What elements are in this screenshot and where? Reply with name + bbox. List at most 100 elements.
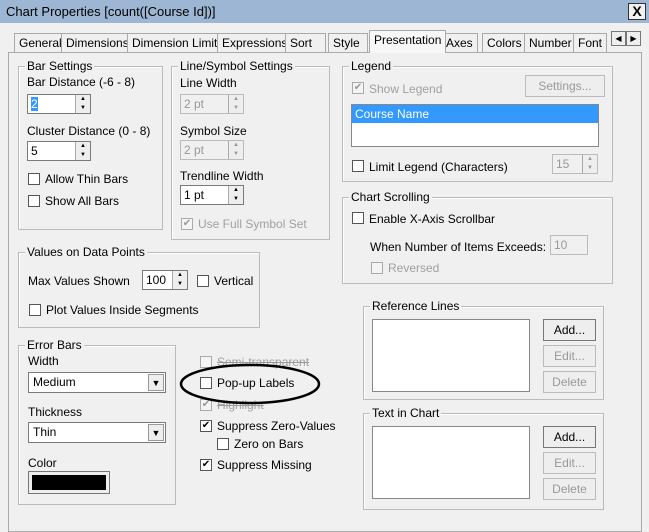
group-label: Line/Symbol Settings bbox=[178, 59, 295, 73]
max-values-spinner[interactable]: 100 ▲ ▼ bbox=[142, 270, 188, 290]
enable-scrollbar-checkbox[interactable] bbox=[352, 212, 364, 224]
symbol-size-spinner[interactable]: 2 pt ▲ ▼ bbox=[180, 140, 244, 160]
tab-sort[interactable]: Sort bbox=[285, 33, 326, 52]
items-exceed-input[interactable]: 10 bbox=[550, 235, 588, 255]
tab-dimension-limits[interactable]: Dimension Limits bbox=[127, 33, 229, 52]
value: 5 bbox=[31, 144, 38, 158]
allow-thin-bars-checkbox[interactable] bbox=[28, 173, 40, 185]
cluster-distance-label: Cluster Distance (0 - 8) bbox=[27, 124, 151, 138]
chevron-down-icon[interactable]: ▼ bbox=[148, 374, 164, 391]
value: 15 bbox=[556, 157, 570, 171]
full-symbol-checkbox[interactable]: ✔ bbox=[181, 218, 193, 230]
legend-settings-button[interactable]: Settings... bbox=[525, 75, 605, 97]
window-title: Chart Properties [count([Course Id])] bbox=[6, 4, 216, 19]
reference-edit-button[interactable]: Edit... bbox=[543, 345, 596, 367]
show-legend-checkbox[interactable]: ✔ bbox=[352, 82, 364, 94]
line-width-label: Line Width bbox=[180, 76, 237, 90]
thickness-select[interactable]: Thin ▼ bbox=[28, 422, 166, 443]
suppress-zero-checkbox[interactable]: ✔ bbox=[200, 420, 212, 432]
show-all-bars-label: Show All Bars bbox=[45, 194, 120, 208]
max-values-label: Max Values Shown bbox=[28, 274, 130, 288]
group-label: Reference Lines bbox=[370, 299, 462, 313]
reference-lines-list[interactable] bbox=[372, 319, 530, 392]
tab-font[interactable]: Font bbox=[573, 33, 607, 52]
group-label: Values on Data Points bbox=[25, 245, 147, 259]
group-label: Legend bbox=[349, 59, 394, 73]
value: Thin bbox=[33, 425, 57, 439]
suppress-missing-checkbox[interactable]: ✔ bbox=[200, 459, 212, 471]
text-in-chart-list[interactable] bbox=[372, 426, 530, 499]
bar-distance-spinner[interactable]: 2 ▲ ▼ bbox=[27, 94, 91, 114]
chevron-down-icon[interactable]: ▼ bbox=[148, 424, 164, 441]
suppress-missing-label: Suppress Missing bbox=[217, 458, 312, 472]
text-delete-button[interactable]: Delete bbox=[543, 478, 596, 500]
zero-on-bars-label: Zero on Bars bbox=[234, 437, 304, 451]
legend-list-item[interactable]: Course Name bbox=[352, 105, 598, 123]
text-edit-button[interactable]: Edit... bbox=[543, 452, 596, 474]
value: 2 pt bbox=[184, 97, 205, 111]
symbol-size-label: Symbol Size bbox=[180, 124, 247, 138]
tab-colors[interactable]: Colors bbox=[482, 33, 527, 52]
reversed-label: Reversed bbox=[388, 261, 440, 275]
trendline-width-label: Trendline Width bbox=[180, 169, 264, 183]
spin-arrows-icon[interactable]: ▲ ▼ bbox=[228, 141, 243, 159]
limit-legend-checkbox[interactable] bbox=[352, 160, 364, 172]
trendline-width-spinner[interactable]: 1 pt ▲ ▼ bbox=[180, 185, 244, 205]
highlight-ellipse bbox=[179, 363, 321, 405]
thickness-label: Thickness bbox=[28, 405, 83, 419]
group-label: Chart Scrolling bbox=[349, 190, 432, 204]
plot-inside-checkbox[interactable] bbox=[29, 304, 41, 316]
title-bar: Chart Properties [count([Course Id])] bbox=[0, 0, 649, 23]
group-label: Text in Chart bbox=[370, 406, 442, 420]
tab-dimensions[interactable]: Dimensions bbox=[61, 33, 134, 52]
width-select[interactable]: Medium ▼ bbox=[28, 372, 166, 393]
plot-inside-label: Plot Values Inside Segments bbox=[46, 303, 199, 317]
enable-scrollbar-label: Enable X-Axis Scrollbar bbox=[369, 212, 496, 226]
close-button[interactable]: X bbox=[628, 3, 646, 20]
tab-expressions[interactable]: Expressions bbox=[217, 33, 293, 52]
spin-arrows-icon[interactable]: ▲ ▼ bbox=[582, 155, 597, 173]
spin-arrows-icon[interactable]: ▲ ▼ bbox=[228, 95, 243, 113]
value: 1 pt bbox=[184, 188, 205, 202]
value: 100 bbox=[146, 273, 167, 287]
reference-delete-button[interactable]: Delete bbox=[543, 371, 596, 393]
bar-distance-label: Bar Distance (-6 - 8) bbox=[27, 75, 136, 89]
show-legend-label: Show Legend bbox=[369, 82, 443, 96]
tab-number[interactable]: Number bbox=[524, 33, 577, 52]
items-exceed-label: When Number of Items Exceeds: bbox=[370, 240, 547, 254]
limit-legend-spinner[interactable]: 15 ▲ ▼ bbox=[552, 154, 598, 174]
spin-arrows-icon[interactable]: ▲ ▼ bbox=[172, 271, 187, 289]
spin-arrows-icon[interactable]: ▲ ▼ bbox=[228, 186, 243, 204]
group-label: Error Bars bbox=[25, 338, 84, 352]
width-label: Width bbox=[28, 354, 59, 368]
tab-style[interactable]: Style bbox=[328, 33, 368, 52]
color-button[interactable] bbox=[28, 471, 110, 494]
tab-axes[interactable]: Axes bbox=[441, 33, 478, 52]
zero-on-bars-checkbox[interactable] bbox=[217, 438, 229, 450]
limit-legend-label: Limit Legend (Characters) bbox=[369, 160, 508, 174]
group-label: Bar Settings bbox=[25, 59, 95, 73]
cluster-distance-spinner[interactable]: 5 ▲ ▼ bbox=[27, 141, 91, 161]
value: 2 bbox=[31, 97, 38, 111]
full-symbol-label: Use Full Symbol Set bbox=[198, 217, 307, 231]
tab-scroll-right[interactable]: ▶ bbox=[626, 31, 641, 46]
tab-scroll-left[interactable]: ◀ bbox=[611, 31, 626, 46]
reversed-checkbox[interactable] bbox=[371, 262, 383, 274]
text-add-button[interactable]: Add... bbox=[543, 426, 596, 448]
reference-add-button[interactable]: Add... bbox=[543, 319, 596, 341]
show-all-bars-checkbox[interactable] bbox=[28, 195, 40, 207]
vertical-checkbox[interactable] bbox=[197, 275, 209, 287]
tab-presentation[interactable]: Presentation bbox=[369, 30, 447, 53]
line-width-spinner[interactable]: 2 pt ▲ ▼ bbox=[180, 94, 244, 114]
spin-arrows-icon[interactable]: ▲ ▼ bbox=[75, 142, 90, 160]
spin-arrows-icon[interactable]: ▲ ▼ bbox=[75, 95, 90, 113]
legend-list[interactable]: Course Name bbox=[351, 104, 599, 147]
value: 2 pt bbox=[184, 143, 205, 157]
value: Medium bbox=[33, 375, 76, 389]
color-swatch bbox=[32, 475, 106, 490]
vertical-label: Vertical bbox=[214, 274, 254, 288]
tab-general[interactable]: General bbox=[14, 33, 67, 52]
color-label: Color bbox=[28, 456, 57, 470]
suppress-zero-label: Suppress Zero-Values bbox=[217, 419, 336, 433]
allow-thin-bars-label: Allow Thin Bars bbox=[45, 172, 129, 186]
